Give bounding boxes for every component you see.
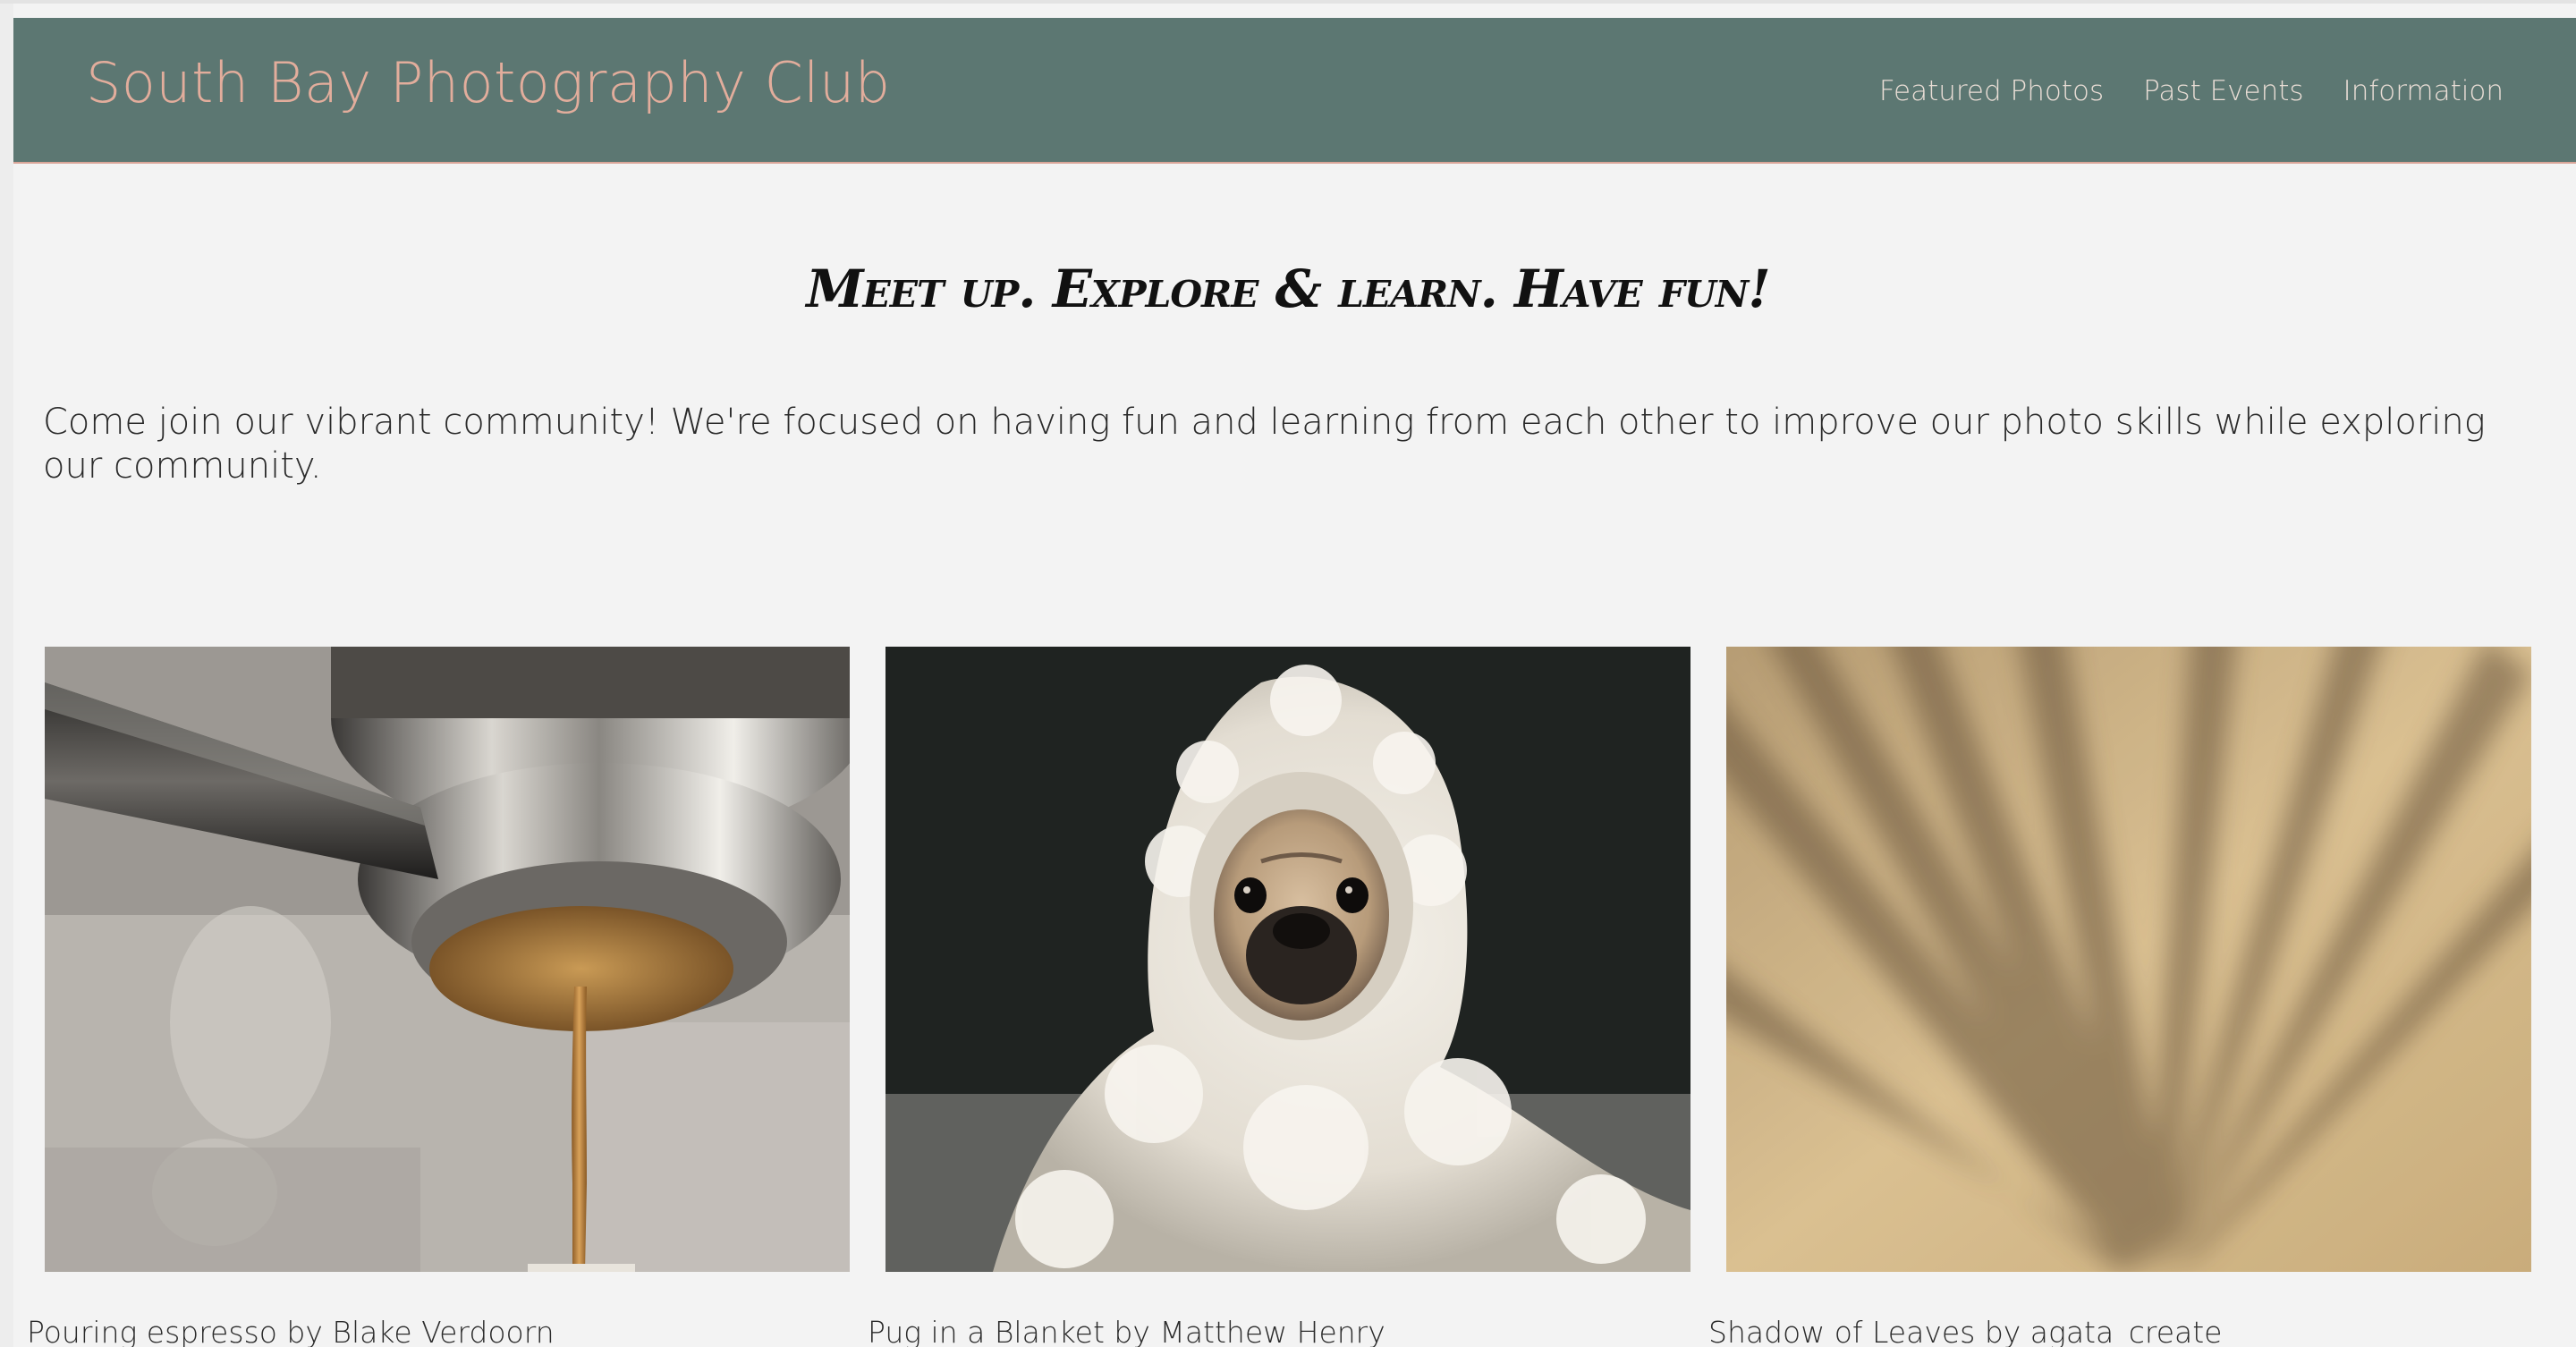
leaf-shadows-image — [1726, 647, 2531, 1272]
nav-link-featured-photos[interactable]: Featured Photos — [1879, 75, 2104, 107]
navbar: South Bay Photography Club Featured Phot… — [13, 18, 2576, 164]
nav-link-past-events[interactable]: Past Events — [2143, 75, 2303, 107]
pug-photo[interactable] — [886, 647, 1690, 1272]
photo-caption: Shadow of Leaves by agata_create — [1708, 1315, 2223, 1347]
tagline-heading: Meet up. Explore & learn. Have fun! — [806, 258, 1770, 319]
leaf-shadow-photo[interactable] — [1726, 647, 2531, 1272]
nav-link-information[interactable]: Information — [2343, 75, 2504, 107]
espresso-photo[interactable] — [45, 647, 850, 1272]
page: South Bay Photography Club Featured Phot… — [0, 0, 2576, 1347]
photo-caption: Pug in a Blanket by Matthew Henry — [868, 1315, 1385, 1347]
site-title[interactable]: South Bay Photography Club — [86, 55, 891, 111]
photo-caption: Pouring espresso by Blake Verdoorn — [27, 1315, 555, 1347]
intro-paragraph: Come join our vibrant community! We're f… — [43, 402, 2486, 487]
window-edge — [0, 4, 13, 1347]
espresso-machine-image — [45, 647, 850, 1272]
nav-links: Featured Photos Past Events Information — [1879, 18, 2504, 164]
pug-in-blanket-image — [886, 647, 1690, 1272]
